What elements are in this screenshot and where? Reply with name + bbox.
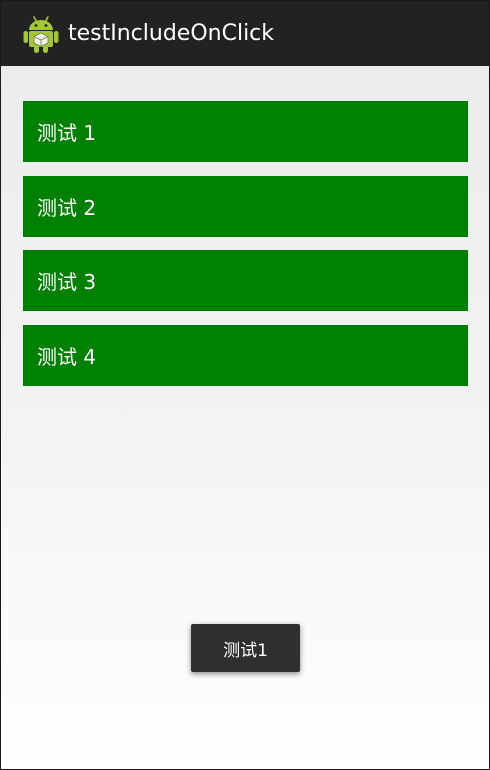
test-item-4[interactable]: 测试 4 <box>23 324 468 386</box>
item-list: 测试 1 测试 2 测试 3 测试 4 <box>23 101 468 399</box>
toast-message: 测试1 <box>191 624 300 672</box>
app-title: testIncludeOnClick <box>68 21 275 46</box>
android-robot-icon[interactable] <box>23 14 59 54</box>
test-item-label: 测试 4 <box>37 344 97 369</box>
test-item-3[interactable]: 测试 3 <box>23 250 468 311</box>
test-item-label: 测试 2 <box>37 195 97 220</box>
test-item-2[interactable]: 测试 2 <box>23 175 468 237</box>
test-item-label: 测试 3 <box>37 270 97 294</box>
action-bar: testIncludeOnClick <box>1 1 489 66</box>
toast-text: 测试1 <box>223 640 268 661</box>
test-item-1[interactable]: 测试 1 <box>23 101 468 162</box>
test-item-label: 测试 1 <box>37 121 97 145</box>
